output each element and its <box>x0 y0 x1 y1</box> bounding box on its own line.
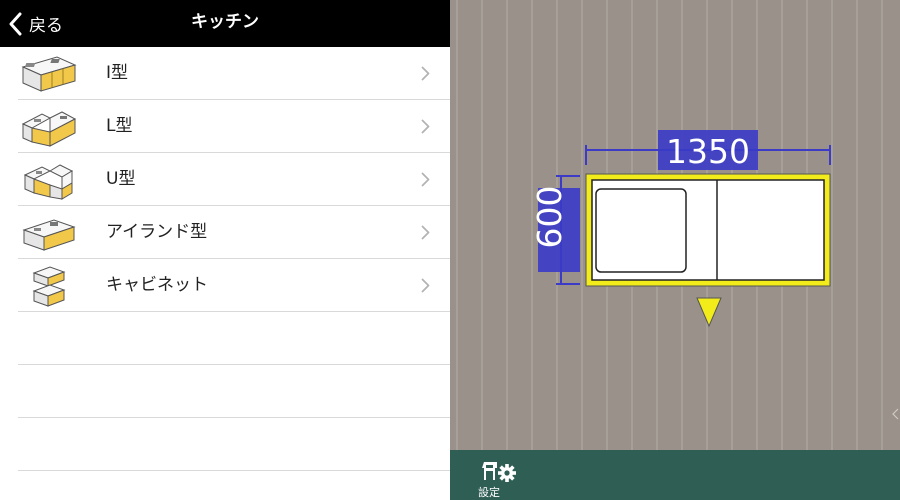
floor-plan-canvas[interactable]: 1350 600 <box>450 0 900 450</box>
floor-plan-panel: 1350 600 設定 <box>450 0 900 500</box>
chair-gear-icon <box>482 462 516 482</box>
kitchen-l-type-icon <box>21 111 77 147</box>
list-item-l-type[interactable]: L型 <box>0 100 450 153</box>
chevron-right-icon <box>421 119 430 134</box>
cabinet-icon <box>32 266 66 307</box>
chevron-right-icon <box>421 278 430 293</box>
kitchen-type-list: I型 L型 U型 アイランド型 キャビネット <box>0 47 450 471</box>
back-button[interactable]: 戻る <box>8 0 63 47</box>
chevron-right-icon <box>421 225 430 240</box>
chevron-right-icon <box>421 66 430 81</box>
list-item-label: L型 <box>106 116 133 136</box>
empty-list-row <box>0 365 450 418</box>
list-item-label: I型 <box>106 63 129 83</box>
kitchen-i-type-icon <box>21 56 77 92</box>
kitchen-island-type-icon <box>22 219 76 251</box>
list-item-i-type[interactable]: I型 <box>0 47 450 100</box>
sink-icon <box>595 188 687 273</box>
list-item-cabinet[interactable]: キャビネット <box>0 259 450 312</box>
chevron-right-icon <box>421 172 430 187</box>
navigation-bar: 戻る キッチン <box>0 0 450 47</box>
settings-button[interactable]: 設定 <box>474 454 526 499</box>
depth-dimension: 600 <box>530 175 580 285</box>
bottom-toolbar: 設定 <box>450 450 900 500</box>
kitchen-u-type-icon <box>23 164 74 200</box>
list-item-island-type[interactable]: アイランド型 <box>0 206 450 259</box>
kitchen-catalog-panel: 戻る キッチン I型 L型 U型 アイランド型 キャビネット <box>0 0 450 500</box>
page-title: キッチン <box>191 12 259 32</box>
back-button-label: 戻る <box>29 16 63 36</box>
floor-plan-drawing: 1350 600 <box>456 0 883 450</box>
empty-list-row <box>0 312 450 365</box>
empty-list-row <box>0 418 450 471</box>
kitchen-unit[interactable] <box>585 173 831 287</box>
front-direction-marker[interactable] <box>696 297 722 328</box>
width-dimension: 1350 <box>585 130 831 171</box>
list-item-u-type[interactable]: U型 <box>0 153 450 206</box>
list-item-label: U型 <box>106 169 136 189</box>
width-dimension-label: 1350 <box>666 132 750 171</box>
settings-button-label: 設定 <box>478 486 500 499</box>
list-item-label: アイランド型 <box>106 222 208 242</box>
list-item-label: キャビネット <box>106 275 208 295</box>
chevron-left-icon <box>9 12 22 35</box>
chevron-left-icon[interactable] <box>890 404 900 424</box>
depth-dimension-label: 600 <box>530 186 569 249</box>
